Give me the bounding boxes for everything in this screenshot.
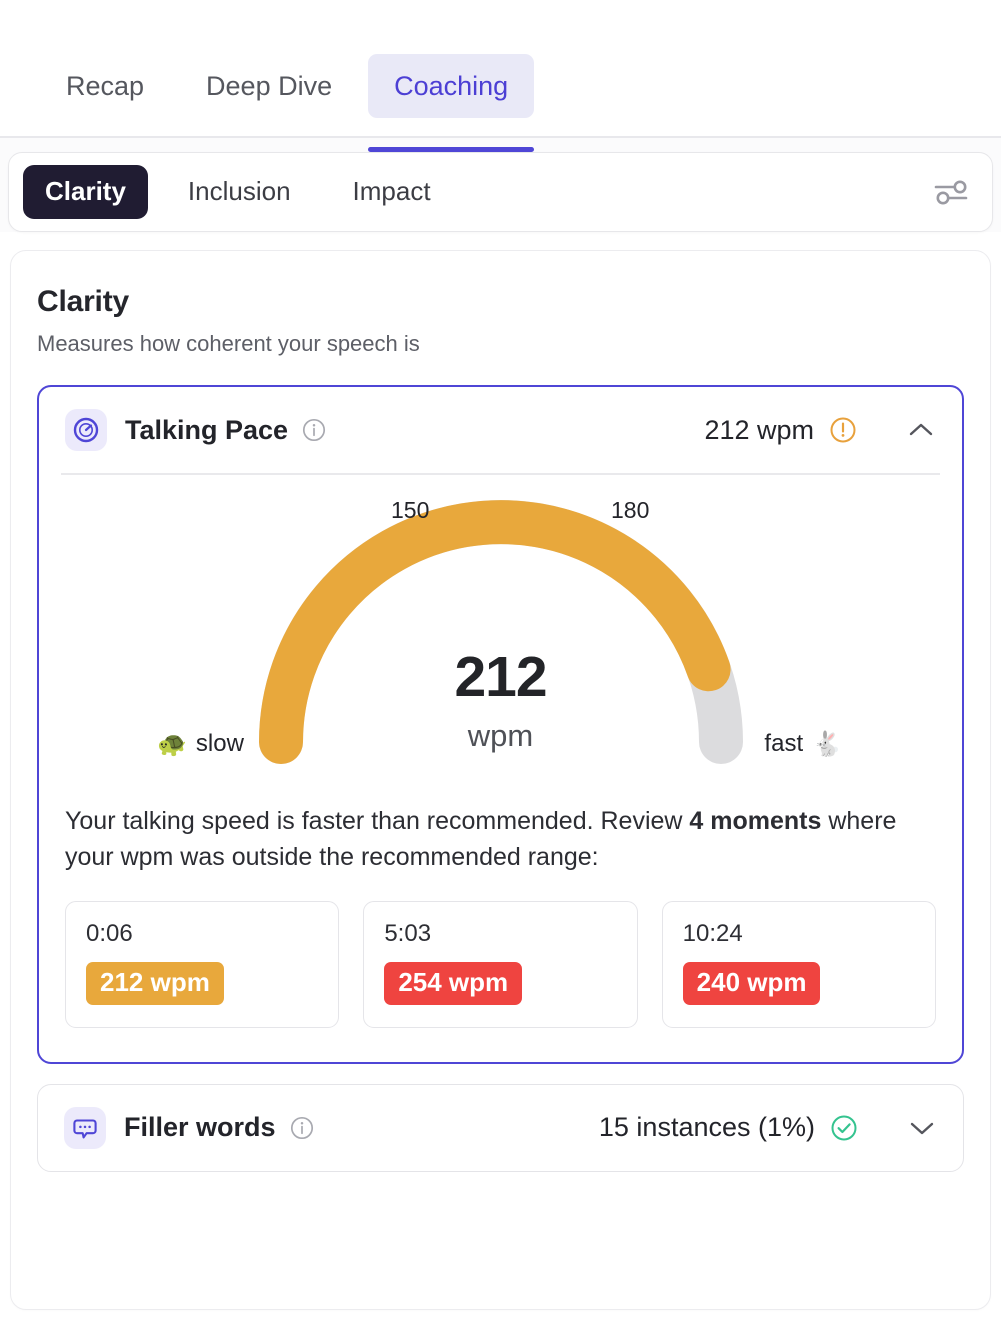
page-title: Clarity [37, 285, 129, 318]
tab-deep-dive[interactable]: Deep Dive [180, 54, 358, 118]
gauge-tick-low: 150 [391, 496, 430, 523]
filler-words-title: Filler words [124, 1112, 276, 1143]
speech-bubble-icon [64, 1106, 106, 1149]
pill-clarity[interactable]: Clarity [23, 165, 148, 219]
filler-words-value: 15 instances (1%) [598, 1112, 815, 1143]
tab-recap[interactable]: Recap [40, 54, 170, 118]
fast-text: fast [764, 730, 804, 757]
info-icon[interactable] [289, 1115, 315, 1141]
metric-card-talking-pace: Talking Pace 212 wpm 150 180 212 wpm 🐢 s… [37, 385, 964, 1064]
speedometer-icon [65, 409, 107, 451]
talking-pace-gauge: 150 180 212 wpm 🐢 slow fast 🐇 [65, 497, 936, 797]
gauge-fast-label: fast 🐇 [764, 730, 842, 759]
chevron-up-icon[interactable] [906, 420, 936, 440]
warning-icon [828, 415, 858, 445]
metric-card-filler-words: Filler words 15 instances (1%) [37, 1083, 964, 1172]
description-highlight: 4 moments [689, 806, 822, 835]
description-prefix: Your talking speed is faster than recomm… [65, 806, 690, 835]
sliders-icon[interactable] [928, 169, 974, 215]
moment-wpm-badge: 254 wpm [384, 962, 523, 1005]
talking-pace-description: Your talking speed is faster than recomm… [65, 803, 936, 876]
page-subtitle: Measures how coherent your speech is [37, 331, 420, 356]
pill-inclusion[interactable]: Inclusion [166, 165, 313, 219]
moment-time: 0:06 [86, 920, 133, 947]
moment-wpm-badge: 212 wpm [86, 962, 224, 1005]
moment-card[interactable]: 0:06 212 wpm [65, 901, 340, 1028]
category-pill-bar: Clarity Inclusion Impact [8, 152, 993, 232]
talking-pace-title: Talking Pace [125, 414, 289, 445]
filler-words-header[interactable]: Filler words 15 instances (1%) [64, 1085, 937, 1171]
gauge-slow-label: 🐢 slow [157, 730, 244, 759]
turtle-icon: 🐢 [157, 730, 187, 758]
moment-card[interactable]: 10:24 240 wpm [661, 901, 936, 1028]
moment-card[interactable]: 5:03 254 wpm [363, 901, 638, 1028]
moment-list: 0:06 212 wpm 5:03 254 wpm 10:24 240 wpm [65, 901, 936, 1062]
moment-wpm-badge: 240 wpm [682, 962, 821, 1005]
category-bar-wrapper: Clarity Inclusion Impact [0, 138, 1001, 232]
gauge-svg [258, 499, 743, 764]
rabbit-icon: 🐇 [812, 730, 842, 758]
top-tab-bar: Recap Deep Dive Coaching [0, 0, 1001, 153]
talking-pace-header[interactable]: Talking Pace 212 wpm [65, 387, 936, 473]
tab-coaching[interactable]: Coaching [368, 53, 535, 153]
gauge-tick-high: 180 [611, 496, 650, 523]
moment-time: 10:24 [682, 920, 743, 947]
pill-impact[interactable]: Impact [331, 165, 453, 219]
coaching-page: Recap Deep Dive Coaching Clarity Inclusi… [0, 0, 1001, 1318]
divider [61, 473, 940, 475]
chevron-down-icon[interactable] [907, 1118, 937, 1138]
info-icon[interactable] [301, 417, 327, 443]
talking-pace-value: 212 wpm [704, 414, 814, 445]
clarity-card: Clarity Measures how coherent your speec… [10, 250, 991, 1310]
moment-time: 5:03 [384, 920, 432, 947]
slow-text: slow [195, 730, 244, 757]
check-circle-icon [829, 1113, 859, 1143]
